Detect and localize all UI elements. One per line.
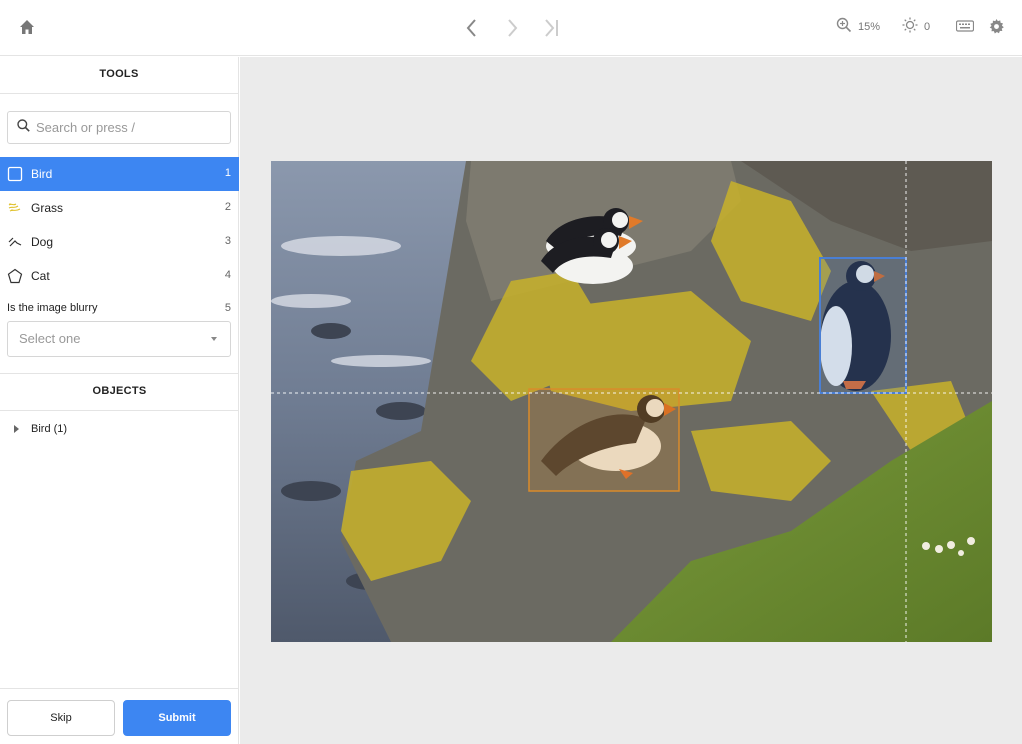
brightness-icon <box>902 17 918 36</box>
question-hotkey: 5 <box>224 302 231 314</box>
object-group-label: Bird (1) <box>31 423 68 435</box>
tool-hotkey: 2 <box>224 201 231 213</box>
previous-icon[interactable] <box>461 16 483 40</box>
sidebar-footer: Skip Submit <box>0 688 239 744</box>
tools-list: Bird 1 Grass 2 Dog 3 Cat 4 <box>0 157 239 293</box>
polygon-icon <box>7 268 23 284</box>
question-blurry: Is the image blurry 5 <box>7 302 231 314</box>
objects-title: OBJECTS <box>0 374 239 411</box>
home-icon[interactable] <box>16 16 38 38</box>
tool-hotkey: 3 <box>224 235 231 247</box>
skip-button[interactable]: Skip <box>7 700 115 736</box>
objects-panel: OBJECTS Bird (1) <box>0 373 239 447</box>
question-label: Is the image blurry <box>7 302 98 314</box>
tool-label: Bird <box>31 167 53 181</box>
tool-hotkey: 1 <box>224 167 231 179</box>
sidebar: TOOLS Bird 1 Grass 2 Dog 3 <box>0 57 239 744</box>
chevron-down-icon <box>211 337 217 341</box>
tool-label: Dog <box>31 235 54 249</box>
brightness-value: 0 <box>924 20 931 33</box>
search-icon <box>17 118 30 137</box>
bird-bounding-box[interactable] <box>819 257 907 394</box>
tool-dog[interactable]: Dog 3 <box>0 225 239 259</box>
skip-to-last-icon[interactable] <box>541 16 563 40</box>
expand-arrow-icon[interactable] <box>14 425 19 433</box>
brush-icon <box>7 200 23 216</box>
bbox-icon <box>7 166 23 182</box>
tool-cat[interactable]: Cat 4 <box>0 259 239 293</box>
tool-search-box[interactable] <box>7 111 231 144</box>
blurry-select[interactable]: Select one <box>7 321 231 357</box>
tools-title: TOOLS <box>0 57 238 94</box>
zoom-icon <box>836 17 852 36</box>
object-group-bird[interactable]: Bird (1) <box>0 411 239 447</box>
polyline-icon <box>7 234 23 250</box>
gear-icon[interactable] <box>989 19 1004 34</box>
submit-button[interactable]: Submit <box>123 700 231 736</box>
tool-label: Cat <box>31 269 50 283</box>
next-icon[interactable] <box>501 16 523 40</box>
tool-grass[interactable]: Grass 2 <box>0 191 239 225</box>
zoom-control[interactable]: 15% <box>836 17 880 36</box>
tool-bird[interactable]: Bird 1 <box>0 157 239 191</box>
search-input[interactable] <box>36 120 216 135</box>
zoom-value: 15% <box>858 20 881 33</box>
top-toolbar: 15% 0 <box>0 0 1022 56</box>
select-placeholder: Select one <box>19 331 81 346</box>
brightness-control[interactable]: 0 <box>902 17 930 36</box>
tool-label: Grass <box>31 201 64 215</box>
tool-hotkey: 4 <box>224 269 231 281</box>
annotated-image[interactable] <box>271 161 992 642</box>
annotation-canvas[interactable] <box>240 57 1022 744</box>
keyboard-icon[interactable] <box>955 19 975 33</box>
candidate-bounding-box[interactable] <box>528 388 680 492</box>
